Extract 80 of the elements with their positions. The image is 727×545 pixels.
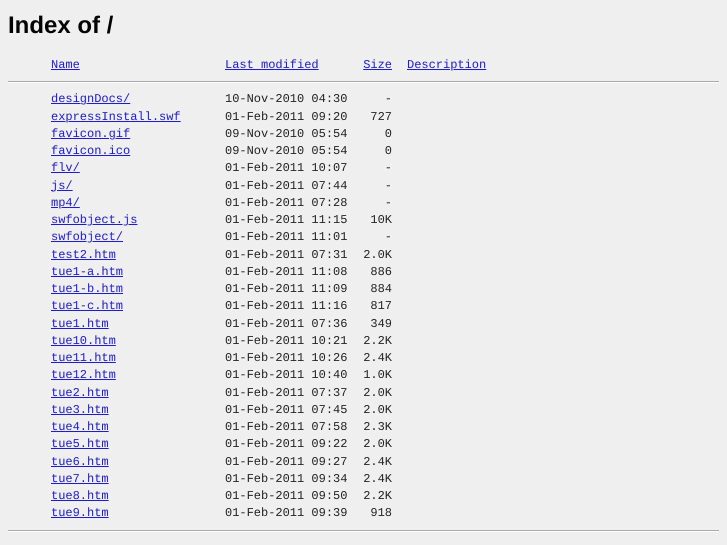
file-link[interactable]: tue1.htm: [51, 316, 109, 333]
file-link[interactable]: tue12.htm: [51, 367, 116, 384]
file-link[interactable]: tue4.htm: [51, 419, 109, 436]
column-header-link[interactable]: Name: [51, 57, 80, 74]
file-size: -: [384, 178, 392, 195]
file-link[interactable]: tue11.htm: [51, 350, 116, 368]
file-size: 918: [370, 505, 392, 522]
modified-date: 09-Nov-2010 05:54: [225, 143, 348, 160]
file-link[interactable]: tue8.htm: [51, 488, 109, 506]
modified-date: 01-Feb-2011 07:28: [225, 194, 348, 212]
file-link[interactable]: favicon.ico: [51, 143, 130, 160]
file-size: 886: [370, 264, 392, 281]
file-link[interactable]: tue1-c.htm: [51, 298, 124, 316]
file-size: 817: [370, 298, 392, 316]
modified-date: 01-Feb-2011 11:01: [225, 229, 348, 246]
file-link[interactable]: favicon.gif: [51, 126, 130, 143]
file-link[interactable]: tue1-b.htm: [51, 281, 124, 298]
modified-date: 01-Feb-2011 07:36: [225, 316, 348, 333]
modified-date: 01-Feb-2011 09:20: [225, 108, 348, 126]
file-link[interactable]: tue3.htm: [51, 402, 109, 419]
modified-date: 01-Feb-2011 11:08: [225, 264, 348, 281]
page-title: Index of /: [8, 12, 114, 40]
modified-date: 01-Feb-2011 07:44: [225, 178, 348, 195]
file-link[interactable]: tue6.htm: [51, 454, 109, 471]
modified-date: 09-Nov-2010 05:54: [225, 126, 348, 143]
file-size: 2.2K: [363, 332, 392, 350]
modified-date: 01-Feb-2011 09:50: [225, 488, 348, 506]
modified-date: 01-Feb-2011 11:15: [225, 212, 348, 230]
file-size: 2.4K: [363, 470, 392, 488]
file-size: 0: [384, 126, 392, 143]
modified-date: 01-Feb-2011 07:37: [225, 384, 348, 402]
modified-date: 01-Feb-2011 07:31: [225, 246, 348, 264]
modified-date: 01-Feb-2011 09:22: [225, 436, 348, 454]
file-link[interactable]: tue9.htm: [51, 505, 109, 522]
file-size: 2.3K: [363, 419, 392, 436]
file-link[interactable]: js/: [51, 178, 73, 195]
modified-date: 01-Feb-2011 10:26: [225, 350, 348, 368]
column-header-link[interactable]: Description: [407, 57, 486, 74]
file-link[interactable]: flv/: [51, 160, 80, 178]
modified-date: 01-Feb-2011 07:45: [225, 402, 348, 419]
modified-date: 01-Feb-2011 10:21: [225, 332, 348, 350]
modified-date: 01-Feb-2011 11:16: [225, 298, 348, 316]
file-size: 2.4K: [363, 454, 392, 471]
file-link[interactable]: swfobject/: [51, 229, 124, 246]
file-link[interactable]: expressInstall.swf: [51, 108, 181, 126]
modified-date: 01-Feb-2011 10:07: [225, 160, 348, 178]
file-size: 2.2K: [363, 488, 392, 506]
column-header-link[interactable]: Size: [363, 57, 392, 74]
modified-date: 01-Feb-2011 09:39: [225, 505, 348, 522]
file-link[interactable]: tue7.htm: [51, 470, 109, 488]
file-size: -: [384, 194, 392, 212]
file-size: 2.0K: [363, 384, 392, 402]
file-link[interactable]: test2.htm: [51, 246, 116, 264]
file-size: 2.0K: [363, 436, 392, 454]
modified-date: 01-Feb-2011 10:40: [225, 367, 348, 384]
column-header-link[interactable]: Last modified: [225, 57, 319, 74]
file-link[interactable]: tue5.htm: [51, 436, 109, 454]
file-size: 349: [370, 316, 392, 333]
file-size: -: [384, 160, 392, 178]
file-size: 884: [370, 281, 392, 298]
modified-date: 01-Feb-2011 07:58: [225, 419, 348, 436]
file-size: 727: [370, 108, 392, 126]
file-size: 2.4K: [363, 350, 392, 368]
file-size: 2.0K: [363, 402, 392, 419]
file-link[interactable]: swfobject.js: [51, 212, 138, 230]
file-link[interactable]: tue10.htm: [51, 332, 116, 350]
file-size: -: [384, 91, 392, 108]
modified-date: 01-Feb-2011 11:09: [225, 281, 348, 298]
file-size: 0: [384, 143, 392, 160]
file-link[interactable]: designDocs/: [51, 91, 130, 108]
modified-date: 01-Feb-2011 09:27: [225, 454, 348, 471]
file-size: 10K: [370, 212, 392, 230]
file-size: 1.0K: [363, 367, 392, 384]
file-link[interactable]: tue1-a.htm: [51, 264, 124, 281]
file-link[interactable]: tue2.htm: [51, 384, 109, 402]
modified-date: 10-Nov-2010 04:30: [225, 91, 348, 108]
file-size: 2.0K: [363, 246, 392, 264]
file-link[interactable]: mp4/: [51, 194, 80, 212]
modified-date: 01-Feb-2011 09:34: [225, 470, 348, 488]
file-size: -: [384, 229, 392, 246]
